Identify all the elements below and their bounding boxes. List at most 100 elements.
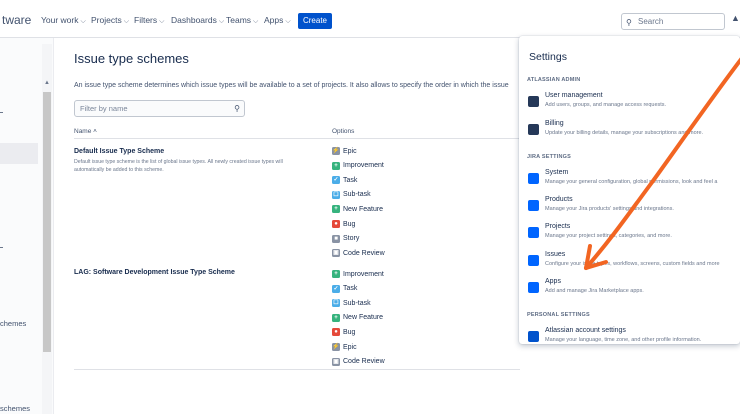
section-heading-atlassian-admin: ATLASSIAN ADMIN — [527, 77, 581, 83]
issue-type-option: ● Bug — [332, 327, 355, 337]
subtask-icon: ☐ — [332, 299, 340, 308]
users-icon — [528, 96, 539, 107]
sidebar-item-label[interactable]: schemes — [0, 404, 30, 413]
issue-type-label: Improvement — [343, 270, 384, 278]
table-bottom-divider — [74, 369, 520, 370]
issue-type-option: ▣ Code Review — [332, 357, 385, 367]
issue-type-option: ✓ Task — [332, 284, 357, 294]
issue-type-label: Code Review — [343, 358, 385, 366]
nav-dashboards[interactable]: Dashboards ⌵ — [171, 15, 224, 26]
issue-type-label: Improvement — [343, 162, 384, 170]
atlassian-logo-icon — [528, 331, 539, 342]
scroll-up-icon[interactable]: ▲ — [44, 80, 50, 86]
subtask-icon: ☐ — [332, 190, 340, 199]
settings-item-issues[interactable]: Issues Configure your issue types, workf… — [527, 251, 740, 275]
issue-type-label: Task — [343, 176, 358, 184]
sidebar-tick — [0, 112, 3, 113]
epic-icon: ⚡ — [332, 343, 340, 351]
issue-type-option: ▣ Code Review — [332, 248, 385, 258]
product-logo-text[interactable]: tware — [2, 13, 31, 27]
improvement-icon: + — [332, 161, 340, 170]
settings-item-subtitle: Add and manage Jira Marketplace apps. — [545, 288, 644, 294]
settings-item-subtitle: Manage your Jira products' settings and … — [545, 206, 674, 212]
epic-icon: ⚡ — [332, 147, 340, 155]
settings-item-title: Projects — [545, 223, 571, 230]
settings-item-title: User management — [545, 92, 603, 99]
settings-menu: Settings ATLASSIAN ADMIN User management… — [519, 36, 740, 344]
sidebar-item-label[interactable]: chemes — [0, 319, 26, 328]
issue-type-label: Sub-task — [343, 191, 371, 199]
scheme-description: Default issue type scheme is the list of… — [74, 159, 283, 173]
issue-type-option: + Improvement — [332, 269, 384, 279]
chevron-down-icon: ⌵ — [80, 18, 86, 25]
create-button[interactable]: Create — [298, 13, 332, 29]
sidebar-tick — [0, 247, 3, 248]
sidebar-item-selected[interactable] — [0, 143, 38, 164]
settings-item-projects[interactable]: Projects Manage your project settings, c… — [527, 223, 740, 247]
apps-icon — [528, 282, 539, 293]
page-title: Issue type schemes — [74, 51, 189, 66]
table-header-divider — [74, 138, 520, 139]
nav-apps[interactable]: Apps ⌵ — [264, 15, 291, 26]
column-header-options: Options — [332, 128, 355, 135]
column-header-name[interactable]: Name ˄ — [74, 128, 97, 135]
bug-icon: ● — [332, 328, 340, 337]
review-icon: ▣ — [332, 249, 340, 258]
settings-item-user-management[interactable]: User management Add users, groups, and m… — [527, 92, 740, 116]
settings-item-title: Billing — [545, 120, 564, 127]
scrollbar-thumb[interactable] — [43, 92, 51, 352]
task-icon: ✓ — [332, 176, 340, 185]
issue-type-label: Story — [343, 235, 360, 243]
issue-type-option: ■ Story — [332, 234, 359, 244]
search-icon: ⚲ — [626, 18, 632, 27]
settings-title: Settings — [529, 51, 567, 63]
settings-item-title: Products — [545, 196, 573, 203]
chevron-down-icon: ⌵ — [218, 18, 225, 25]
issue-type-label: Bug — [343, 220, 356, 228]
story-icon: ■ — [332, 234, 340, 243]
issue-type-label: Bug — [343, 328, 356, 336]
filter-by-name-input[interactable]: Filter by name ⚲ — [74, 100, 245, 117]
task-icon: ✓ — [332, 284, 340, 293]
search-input[interactable]: ⚲ Search — [621, 13, 725, 30]
issue-type-option: ☐ Sub-task — [332, 298, 371, 308]
page-description: An issue type scheme determines which is… — [74, 82, 509, 89]
issue-type-label: Code Review — [343, 249, 385, 257]
settings-item-billing[interactable]: Billing Update your billing details, man… — [527, 120, 740, 144]
chevron-down-icon: ⌵ — [253, 18, 259, 25]
issue-type-label: Sub-task — [343, 299, 371, 307]
settings-item-title: Issues — [545, 251, 566, 258]
feature-icon: + — [332, 313, 340, 322]
bug-icon: ● — [332, 220, 340, 228]
settings-item-apps[interactable]: Apps Add and manage Jira Marketplace app… — [527, 278, 740, 302]
scheme-name: Default Issue Type Scheme — [74, 148, 165, 155]
notifications-icon[interactable]: ▲ — [731, 13, 740, 23]
nav-teams[interactable]: Teams ⌵ — [226, 15, 258, 26]
settings-item-system[interactable]: System Manage your general configuration… — [527, 169, 740, 193]
issue-type-option: ☐ Sub-task — [332, 190, 371, 200]
issue-type-option: + New Feature — [332, 313, 383, 323]
improvement-icon: + — [332, 270, 340, 278]
issue-type-label: New Feature — [343, 205, 384, 213]
issue-type-option: + Improvement — [332, 161, 384, 171]
issues-icon — [528, 255, 539, 266]
nav-your-work[interactable]: Your work ⌵ — [41, 15, 86, 26]
issue-type-label: Task — [343, 285, 358, 293]
issue-type-option: + New Feature — [332, 204, 383, 214]
issue-type-label: Epic — [343, 343, 357, 351]
search-icon: ⚲ — [234, 104, 240, 113]
section-heading-personal-settings: PERSONAL SETTINGS — [527, 312, 590, 318]
chevron-down-icon: ⌵ — [123, 18, 130, 25]
section-heading-jira-settings: JIRA SETTINGS — [527, 154, 571, 160]
issue-type-label: New Feature — [343, 314, 384, 322]
settings-item-subtitle: Configure your issue types, workflows, s… — [545, 261, 720, 267]
issue-type-option: ✓ Task — [332, 175, 357, 185]
settings-item-products[interactable]: Products Manage your Jira products' sett… — [527, 196, 740, 220]
settings-item-subtitle: Add users, groups, and manage access req… — [545, 102, 667, 108]
settings-item-title: System — [545, 169, 569, 176]
nav-projects[interactable]: Projects ⌵ — [91, 15, 129, 26]
settings-item-atlassian-account[interactable]: Atlassian account settings Manage your l… — [527, 327, 740, 351]
settings-item-subtitle: Manage your general configuration, globa… — [545, 179, 718, 185]
nav-filters[interactable]: Filters ⌵ — [134, 15, 164, 26]
issue-type-option: ⚡ Epic — [332, 146, 357, 156]
